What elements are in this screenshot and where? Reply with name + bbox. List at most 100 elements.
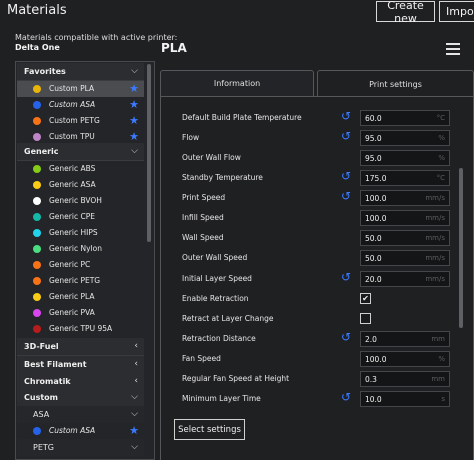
material-item-custom-pla[interactable]: Custom PLA ★ [17,81,144,97]
setting-input[interactable]: 95.0% [360,130,450,146]
color-swatch [33,197,41,205]
setting-input[interactable]: 50.0 mm/s [360,230,450,246]
category-best-filament[interactable]: Best Filament ‹ [17,356,144,374]
compatible-materials-label: Materials compatible with active printer… [15,33,178,42]
material-label: Generic TPU 95A [49,324,113,333]
setting-label: Outer Wall Speed [182,253,248,262]
material-item-custom-asa[interactable]: Custom ASA ★ [17,97,144,113]
material-item-generic-asa[interactable]: Generic ASA [17,177,144,193]
setting-input[interactable]: 2.0 mm [360,331,450,347]
hamburger-menu-icon[interactable] [446,43,460,55]
material-item-generic-pva[interactable]: Generic PVA [17,305,144,321]
tab-print-settings[interactable]: Print settings [317,70,474,97]
setting-input[interactable]: 10.0 s [360,391,450,407]
color-swatch [33,85,41,93]
material-item-generic-tpu-95a[interactable]: Generic TPU 95A [17,321,144,337]
reset-arrow-icon[interactable]: ↺ [341,129,351,143]
color-swatch [33,277,41,285]
color-swatch [33,309,41,317]
color-swatch [33,133,41,141]
setting-label: Print Speed [182,193,226,202]
reset-arrow-icon[interactable]: ↺ [341,270,351,284]
color-swatch [33,229,41,237]
material-label: Generic ABS [49,164,96,173]
category-label: Favorites [24,67,66,76]
retract-at-layer-change-checkbox[interactable] [360,313,371,324]
star-icon[interactable]: ★ [129,130,139,143]
setting-row-outer-wall-speed: Outer Wall Speed 50.0 mm/s [182,248,452,268]
reset-arrow-icon[interactable]: ↺ [341,169,351,183]
color-swatch [33,165,41,173]
material-label: Generic PLA [49,292,95,301]
color-swatch [33,427,41,435]
setting-input[interactable]: 50.0 mm/s [360,250,450,266]
material-item-generic-cpe[interactable]: Generic CPE [17,209,144,225]
setting-input[interactable]: 100.0 mm/s [360,190,450,206]
setting-input[interactable]: 20.0 mm/s [360,271,450,287]
setting-row-standby-temperature: Standby Temperature ↺ 175.0 °C [182,168,452,188]
setting-label: Default Build Plate Temperature [182,113,302,122]
subcategory-label: PETG [33,443,54,452]
color-swatch [33,101,41,109]
material-item-generic-pla[interactable]: Generic PLA [17,289,144,305]
material-item-custom-petg[interactable]: Custom PETG ★ [17,113,144,129]
material-item-generic-pc[interactable]: Generic PC [17,257,144,273]
setting-input[interactable]: 100.0% [360,351,450,367]
material-label: Custom PETG [49,116,100,125]
reset-arrow-icon[interactable]: ↺ [341,109,351,123]
enable-retraction-checkbox[interactable]: ✔ [360,293,371,304]
setting-row-regular-fan-speed-at-height: Regular Fan Speed at Height 0.3 mm [182,369,452,389]
material-item-generic-petg[interactable]: Generic PETG [17,273,144,289]
subcategory-petg[interactable]: PETG ⌵ [17,439,144,456]
chevron-down-icon: ⌵ [131,66,138,76]
setting-row-wall-speed: Wall Speed 50.0 mm/s [182,228,452,248]
import-button[interactable]: Import [439,1,474,22]
material-name-title: PLA [161,41,187,55]
category-favorites[interactable]: Favorites ⌵ [17,63,144,81]
subcategory-asa[interactable]: ASA ⌵ [17,406,144,423]
material-label: Generic CPE [49,212,95,221]
setting-row-enable-retraction: Enable Retraction ✔ [182,289,452,309]
window-title: Materials [7,3,67,18]
setting-input[interactable]: 95.0% [360,150,450,166]
setting-row-outer-wall-flow: Outer Wall Flow 95.0% [182,148,452,168]
star-icon[interactable]: ★ [129,98,139,111]
material-item-generic-hips[interactable]: Generic HIPS [17,225,144,241]
material-item-generic-bvoh[interactable]: Generic BVOH [17,193,144,209]
select-settings-button[interactable]: Select settings [174,419,245,440]
star-icon[interactable]: ★ [129,424,139,437]
chevron-left-icon: ‹ [134,376,138,386]
setting-row-minimum-layer-time: Minimum Layer Time ↺ 10.0 s [182,389,452,409]
category-3d-fuel[interactable]: 3D-Fuel ‹ [17,338,144,356]
title-bar: Materials Create new Import [0,0,474,25]
setting-row-fan-speed: Fan Speed 100.0% [182,349,452,369]
reset-arrow-icon[interactable]: ↺ [341,189,351,203]
chevron-down-icon: ⌵ [131,409,138,419]
category-custom[interactable]: Custom ⌵ [17,389,144,407]
settings-scrollbar[interactable] [459,168,463,328]
list-scrollbar[interactable] [147,64,151,242]
category-generic[interactable]: Generic ⌵ [17,143,144,161]
chevron-left-icon: ‹ [134,359,138,369]
material-item-generic-abs[interactable]: Generic ABS [17,161,144,177]
material-item-generic-nylon[interactable]: Generic Nylon [17,241,144,257]
material-item-custom-asa[interactable]: Custom ASA ★ [17,423,144,439]
material-label: Custom TPU [49,132,95,141]
star-icon[interactable]: ★ [129,114,139,127]
reset-arrow-icon[interactable]: ↺ [341,330,351,344]
tab-information[interactable]: Information [160,70,314,96]
setting-label: Retract at Layer Change [182,314,274,323]
setting-input[interactable]: 60.0 °C [360,110,450,126]
setting-input[interactable]: 0.3 mm [360,371,450,387]
reset-arrow-icon[interactable]: ↺ [341,390,351,404]
setting-input[interactable]: 100.0 mm/s [360,210,450,226]
setting-label: Initial Layer Speed [182,274,252,283]
setting-input[interactable]: 175.0 °C [360,170,450,186]
star-icon[interactable]: ★ [129,82,139,95]
category-label: 3D-Fuel [24,342,59,351]
color-swatch [33,213,41,221]
materials-window: Materials Create new Import Materials co… [0,0,474,460]
color-swatch [33,293,41,301]
create-new-button[interactable]: Create new [376,0,435,25]
material-list[interactable]: Favorites ⌵ Custom PLA ★ Custom ASA ★ Cu… [15,61,155,460]
